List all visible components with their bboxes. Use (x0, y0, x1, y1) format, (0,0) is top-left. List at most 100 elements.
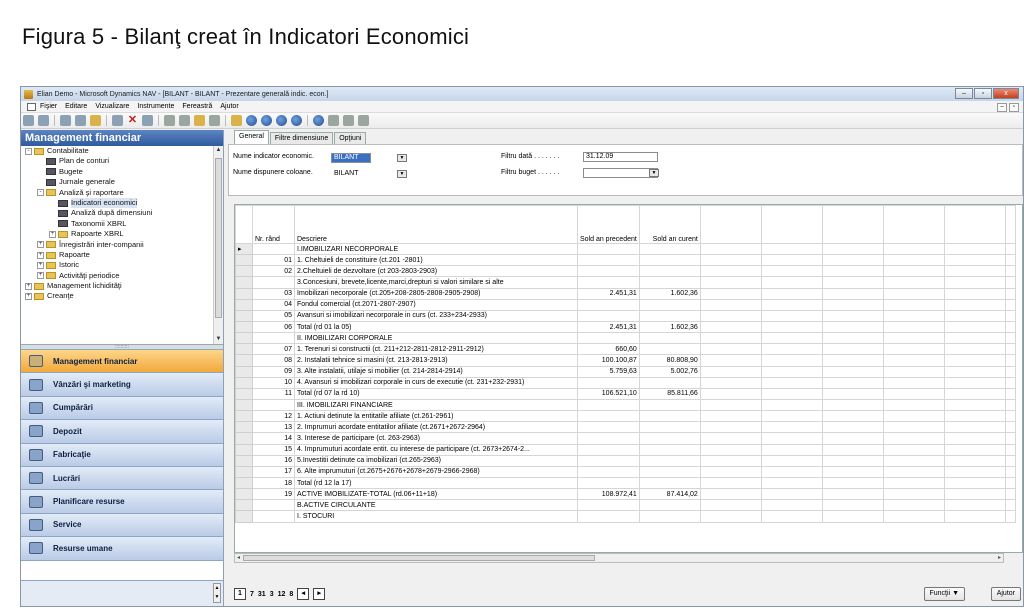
description-cell[interactable]: Avansuri si imobilizari necorporale in c… (294, 309, 578, 322)
description-header[interactable]: Descriere (294, 205, 578, 244)
prev-year-header[interactable]: Sold an precedent (577, 205, 640, 244)
nav-button[interactable]: Management financiar (21, 350, 223, 374)
scroll-left-icon[interactable]: ◂ (237, 554, 240, 561)
tree-item[interactable]: + Rapoarte (21, 250, 223, 260)
row-number-cell[interactable]: 13 (252, 421, 295, 434)
row-selector[interactable] (235, 421, 253, 434)
row-number-cell[interactable]: 02 (252, 265, 295, 278)
list-icon[interactable] (209, 115, 220, 126)
row-selector[interactable] (235, 454, 253, 467)
curr-year-cell[interactable] (638, 398, 701, 412)
row-number-cell[interactable] (252, 510, 295, 523)
pager-prev-icon[interactable]: ◂ (297, 588, 310, 600)
row-selector[interactable] (235, 499, 253, 512)
expand-icon[interactable]: + (37, 261, 44, 269)
expand-icon[interactable]: + (37, 272, 44, 280)
row-number-cell[interactable]: 04 (252, 298, 295, 311)
row-number-cell[interactable]: 16 (252, 454, 295, 467)
maximize-button[interactable]: ▫ (974, 88, 992, 99)
nav-next-icon[interactable] (276, 115, 287, 126)
row-selector[interactable] (235, 410, 253, 423)
curr-year-cell[interactable]: 5.002,76 (638, 365, 701, 378)
h-scroll-thumb[interactable] (243, 555, 595, 561)
description-cell[interactable]: Total (rd 01 la 05) (294, 320, 578, 334)
description-cell[interactable]: 3.Concesiuni, brevete,licente,marci,drep… (294, 276, 578, 289)
description-cell[interactable]: B.ACTIVE CIRCULANTE (294, 499, 578, 512)
prev-year-cell[interactable] (577, 410, 640, 423)
curr-year-cell[interactable] (638, 309, 701, 322)
menu-doc-icon[interactable] (27, 102, 36, 111)
expand-icon[interactable]: + (25, 282, 32, 290)
curr-year-cell[interactable] (638, 476, 701, 490)
tree-item[interactable]: - Analiză şi raportare (21, 188, 223, 198)
tree-item[interactable]: Indicatori economici (21, 197, 223, 209)
tree-item[interactable]: Plan de conturi (21, 156, 223, 166)
row-selector[interactable] (235, 354, 253, 367)
curr-year-cell[interactable]: 85.811,66 (638, 387, 701, 400)
prev-year-cell[interactable] (577, 276, 640, 289)
tree-item[interactable]: + Înregistrări inter-companii (21, 240, 223, 250)
mdi-minimize-button[interactable]: – (997, 103, 1007, 112)
paste-icon[interactable] (90, 115, 101, 126)
scroll-right-icon[interactable]: ▸ (998, 554, 1001, 561)
minimize-button[interactable]: – (955, 88, 973, 99)
description-cell[interactable]: 3. Alte instalatii, utilaje si mobilier … (294, 365, 578, 378)
date-filter-field[interactable]: 31.12.09 (583, 152, 658, 162)
menu-window[interactable]: Fereastră (182, 103, 212, 110)
table-row[interactable]: 13 2. Imprumuri acordate entitatilor afil… (235, 421, 1016, 434)
table-row[interactable]: 10 4. Avansuri si imobilizari corporale i… (235, 376, 1016, 389)
tree-item[interactable]: + Istoric (21, 260, 223, 270)
pager-next-icon[interactable]: ▸ (313, 588, 326, 600)
delete-icon[interactable]: ✕ (127, 115, 138, 126)
prev-year-cell[interactable] (577, 476, 640, 490)
tree-item[interactable]: Taxonomii XBRL (21, 219, 223, 229)
row-selector[interactable] (235, 465, 253, 478)
prev-year-cell[interactable]: 5.759,63 (577, 365, 640, 378)
row-selector[interactable] (235, 320, 253, 334)
budget-filter-field[interactable] (583, 168, 658, 178)
row-selector[interactable] (235, 398, 253, 412)
row-number-cell[interactable]: 18 (252, 476, 295, 490)
table-row[interactable]: 15 4. Imprumuturi acordate entit. cu inte… (235, 443, 1016, 456)
prev-year-cell[interactable] (577, 376, 640, 389)
tab-general[interactable]: General (234, 130, 269, 144)
row-selector[interactable] (235, 276, 253, 289)
prev-year-cell[interactable] (577, 332, 640, 345)
description-cell[interactable]: 5.Investitii detinute ca imobilizari (ct… (294, 454, 578, 467)
prev-year-cell[interactable] (577, 454, 640, 467)
table-row[interactable]: II. IMOBILIZARI CORPORALE (235, 332, 1016, 345)
row-selector[interactable] (235, 488, 253, 501)
table-row[interactable]: 09 3. Alte instalatii, utilaje si mobilie… (235, 365, 1016, 378)
description-cell[interactable]: 1. Cheltuieli de constituire (ct.201 -28… (294, 254, 578, 267)
row-number-cell[interactable]: 08 (252, 354, 295, 367)
prev-year-cell[interactable] (577, 298, 640, 311)
nav-button[interactable]: Lucrări (21, 466, 223, 491)
prev-year-cell[interactable] (577, 398, 640, 412)
curr-year-cell[interactable] (638, 443, 701, 456)
preview-icon[interactable] (38, 115, 49, 126)
tree-scrollbar[interactable]: ▲ ▼ (213, 146, 223, 344)
curr-year-cell[interactable] (638, 454, 701, 467)
pager-number[interactable]: 7 (250, 591, 254, 598)
description-cell[interactable]: ACTIVE IMOBILIZATE-TOTAL (rd.06+11+18) (294, 488, 578, 501)
curr-year-cell[interactable] (638, 410, 701, 423)
prev-year-cell[interactable] (577, 254, 640, 267)
layout-field[interactable]: BILANT (331, 169, 391, 179)
nav-scroll-icon[interactable]: ▲ ▼ (213, 583, 221, 603)
curr-year-cell[interactable] (638, 242, 701, 256)
tree-item[interactable]: + Rapoarte XBRL (21, 229, 223, 239)
table-icon[interactable] (164, 115, 175, 126)
curr-year-cell[interactable] (638, 298, 701, 311)
mdi-restore-button[interactable]: ▫ (1009, 103, 1019, 112)
description-cell[interactable]: 1. Actiuni detinute la entitatile afilia… (294, 410, 578, 423)
filter-table-icon[interactable] (358, 115, 369, 126)
prev-year-cell[interactable] (577, 309, 640, 322)
tree-item[interactable]: + Management lichidităţi (21, 281, 223, 291)
tree-item[interactable]: Bugete (21, 167, 223, 177)
expand-icon[interactable]: - (25, 147, 32, 155)
row-number-cell[interactable]: 06 (252, 320, 295, 334)
description-cell[interactable]: 6. Alte imprumuturi (ct.2675+2676+2678+2… (294, 465, 578, 478)
curr-year-cell[interactable] (638, 376, 701, 389)
table-row[interactable]: 18 Total (rd 12 la 17) (235, 476, 1016, 490)
expand-icon[interactable]: + (25, 293, 32, 301)
